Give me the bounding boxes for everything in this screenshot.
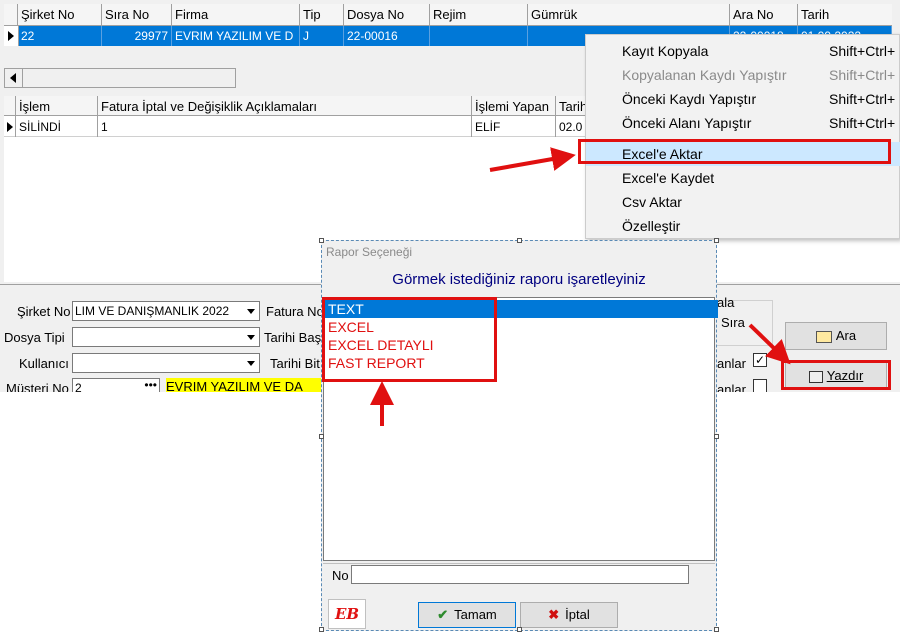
arrow-icon: [489, 147, 576, 172]
arrow-icon: [748, 323, 791, 365]
annotation-arrows: [370, 147, 791, 426]
